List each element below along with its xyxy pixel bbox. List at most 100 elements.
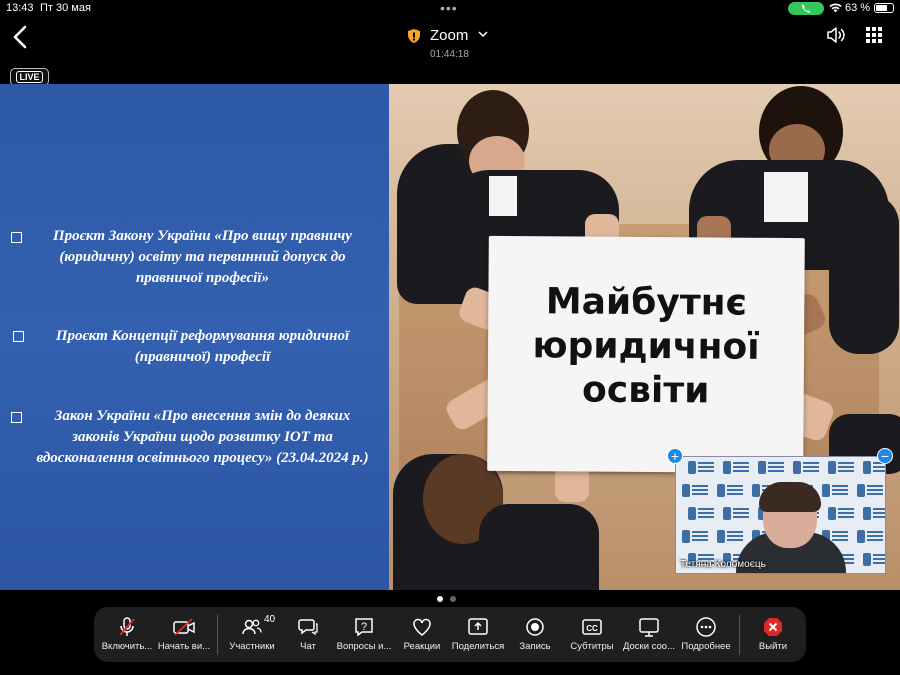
background-logo-icon xyxy=(793,461,819,475)
gallery-view-icon[interactable] xyxy=(866,27,882,43)
back-chevron-icon[interactable] xyxy=(10,24,32,50)
photo-shirt xyxy=(489,176,517,216)
meeting-title-dropdown[interactable]: Zoom xyxy=(408,26,498,46)
sign-line: Майбутнє xyxy=(545,281,748,324)
unmute-button[interactable]: Включить... xyxy=(98,607,156,662)
chat-button[interactable]: Чат xyxy=(284,607,332,662)
background-logo-icon xyxy=(682,484,708,498)
participant-video-tile[interactable]: Тетяна Коломоєць xyxy=(675,456,886,574)
toolbar-divider xyxy=(217,615,218,655)
heart-icon xyxy=(413,618,431,636)
background-logo-icon xyxy=(863,553,885,567)
whiteboard-icon xyxy=(639,618,659,637)
background-logo-icon xyxy=(682,530,708,544)
record-icon xyxy=(526,618,544,636)
participants-icon xyxy=(242,619,262,635)
status-bar: 13:43 Пт 30 мая ••• 63 % xyxy=(0,0,900,18)
background-logo-icon xyxy=(863,507,885,521)
toolbar-divider xyxy=(739,615,740,655)
reactions-label: Реакции xyxy=(403,641,441,652)
reactions-button[interactable]: Реакции xyxy=(396,607,448,662)
slide-text-panel: Проєкт Закону України «Про вищу правничу… xyxy=(0,84,389,590)
background-logo-icon xyxy=(857,484,883,498)
start-video-button[interactable]: Начать ви... xyxy=(156,607,212,662)
speaker-icon[interactable] xyxy=(826,26,846,44)
more-icon xyxy=(696,617,716,637)
background-logo-icon xyxy=(758,461,784,475)
qa-button[interactable]: ? Вопросы и... xyxy=(334,607,394,662)
share-label: Поделиться xyxy=(451,641,505,652)
sign-line: освіти xyxy=(581,369,710,412)
video-off-icon xyxy=(173,618,195,636)
record-label: Запись xyxy=(519,641,551,652)
start-video-label: Начать ви... xyxy=(157,641,211,652)
page-indicator[interactable] xyxy=(437,589,463,607)
checkbox-bullet-icon xyxy=(11,412,22,423)
slide-bullet-text: Закон України «Про внесення змін до деяк… xyxy=(36,408,369,466)
photo-sign: Майбутнє юридичної освіти xyxy=(487,235,805,474)
chevron-down-icon xyxy=(478,31,488,38)
qa-icon: ? xyxy=(355,618,373,637)
wifi-icon xyxy=(829,3,842,13)
svg-text:?: ? xyxy=(361,621,367,633)
slide-bullet: Закон України «Про внесення змін до деяк… xyxy=(11,406,375,469)
chat-icon xyxy=(298,619,318,636)
whiteboards-label: Доски соо... xyxy=(622,641,676,652)
meeting-header: Zoom 01:44:18 xyxy=(0,18,900,62)
participant-name: Тетяна Коломоєць xyxy=(680,559,766,570)
minimize-video-minus-icon[interactable]: − xyxy=(877,448,893,464)
sign-line: юридичної xyxy=(532,325,760,368)
status-date: Пт 30 мая xyxy=(40,2,91,14)
status-time: 13:43 xyxy=(6,2,34,14)
leave-icon xyxy=(764,618,782,636)
active-call-indicator[interactable] xyxy=(788,2,824,15)
qa-label: Вопросы и... xyxy=(336,641,392,652)
slide-bullet-text: Проєкт Концепції реформування юридичної … xyxy=(55,328,350,365)
battery-icon xyxy=(874,3,894,13)
chat-label: Чат xyxy=(300,641,316,652)
meeting-toolbar: Включить... Начать ви... 40 Участники Ча… xyxy=(94,607,806,662)
sign-text: Майбутнє юридичної освіти xyxy=(488,280,805,414)
share-button[interactable]: Поделиться xyxy=(450,607,506,662)
photo-person xyxy=(829,194,899,354)
share-icon xyxy=(468,618,488,635)
photo-person xyxy=(479,504,599,590)
background-logo-icon xyxy=(688,461,714,475)
slide-bullet-text: Проєкт Закону України «Про вищу правничу… xyxy=(53,228,352,286)
photo-shirt xyxy=(764,172,808,222)
record-button[interactable]: Запись xyxy=(508,607,562,662)
background-logo-icon xyxy=(857,530,883,544)
checkbox-bullet-icon xyxy=(13,331,24,342)
participants-button[interactable]: 40 Участники xyxy=(224,607,280,662)
background-logo-icon xyxy=(688,507,714,521)
battery-percent: 63 % xyxy=(845,2,871,14)
more-label: Подробнее xyxy=(681,641,731,652)
background-logo-icon xyxy=(828,461,854,475)
leave-label: Выйти xyxy=(758,641,788,652)
expand-video-plus-icon[interactable]: + xyxy=(667,448,683,464)
background-logo-icon xyxy=(723,461,749,475)
shield-icon xyxy=(408,29,420,43)
slide-bullet: Проєкт Концепції реформування юридичної … xyxy=(13,326,375,368)
svg-text:CC: CC xyxy=(586,624,598,633)
slide-bullet: Проєкт Закону України «Про вищу правничу… xyxy=(11,226,375,289)
checkbox-bullet-icon xyxy=(11,232,22,243)
live-badge-label: LIVE xyxy=(16,71,43,83)
multitasking-dots-icon[interactable]: ••• xyxy=(440,0,458,16)
cc-icon: CC xyxy=(582,619,602,635)
more-button[interactable]: Подробнее xyxy=(678,607,734,662)
unmute-label: Включить... xyxy=(101,641,153,652)
page-dot[interactable] xyxy=(450,596,456,602)
participants-label: Участники xyxy=(229,641,275,652)
leave-button[interactable]: Выйти xyxy=(746,607,800,662)
captions-label: Субтитры xyxy=(570,641,614,652)
microphone-muted-icon xyxy=(119,617,135,636)
phone-icon xyxy=(801,4,811,13)
captions-button[interactable]: CC Субтитры xyxy=(564,607,620,662)
participant-hair xyxy=(759,482,821,512)
page-dot-active[interactable] xyxy=(437,596,443,602)
whiteboards-button[interactable]: Доски соо... xyxy=(621,607,677,662)
meeting-title: Zoom xyxy=(430,27,469,44)
meeting-duration: 01:44:18 xyxy=(430,49,469,60)
participants-count: 40 xyxy=(264,614,276,625)
